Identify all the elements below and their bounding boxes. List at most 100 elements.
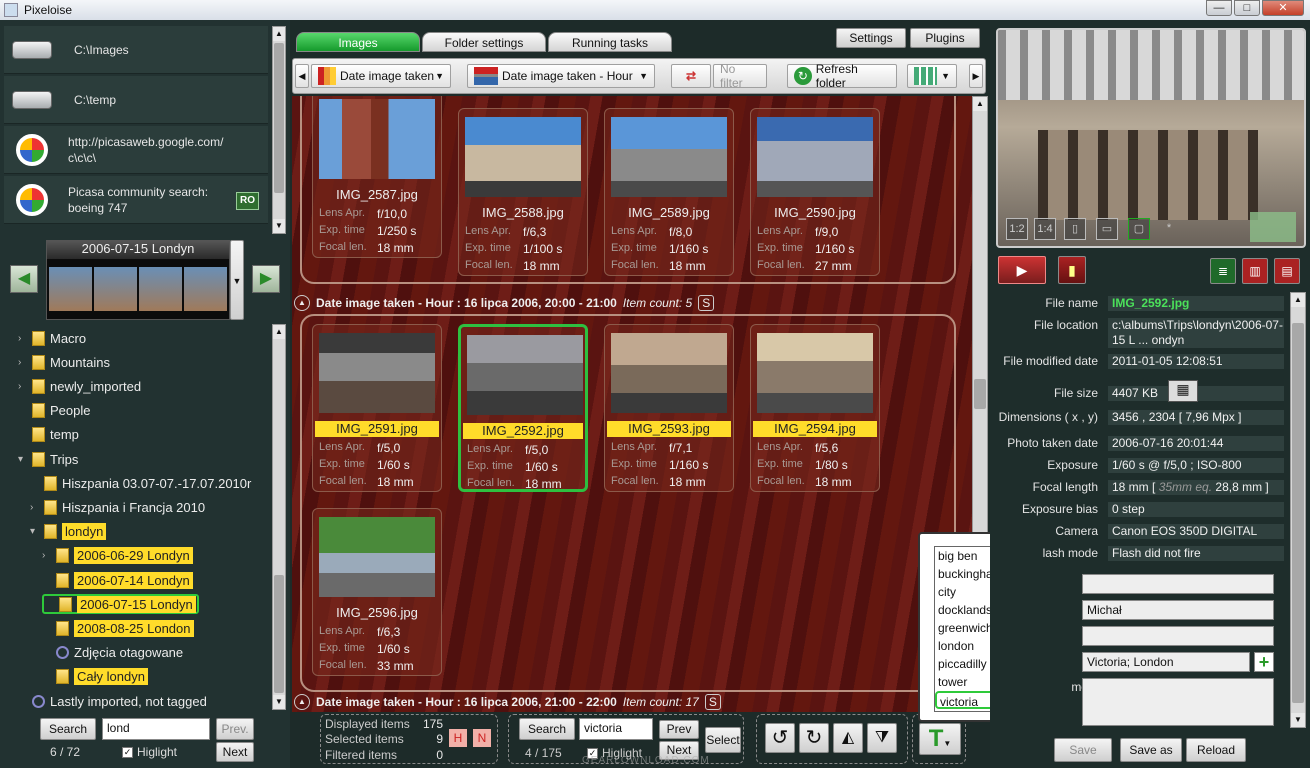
filmstrip-dropdown-icon[interactable]: ▼: [230, 240, 244, 320]
tags-field[interactable]: Victoria; London: [1082, 652, 1250, 672]
thumbnail-image[interactable]: [611, 117, 727, 197]
thumbnail-image[interactable]: [467, 335, 583, 415]
tree-item[interactable]: › newly_imported: [18, 376, 141, 396]
thumbnail-card[interactable]: IMG_2587.jpg Lens Apr. f/10,0 Exp. time 1/25…: [312, 96, 442, 258]
tree-item[interactable]: › Mountains: [18, 352, 110, 372]
tree-item[interactable]: Hiszpania 03.07-07.-17.07.2010r: [30, 473, 251, 493]
comment-field[interactable]: [1082, 678, 1274, 726]
toolbar-scroll-right-icon[interactable]: ▶: [969, 64, 983, 88]
props-scrollbar[interactable]: ▲ ▼: [1290, 292, 1306, 728]
left-prev-button[interactable]: Prev.: [216, 718, 254, 740]
filter-icon[interactable]: ⇄: [671, 64, 711, 88]
zoom-1-2-button[interactable]: 1:2: [1006, 218, 1028, 240]
view-mode-dropdown[interactable]: ▼: [907, 64, 957, 88]
collapse-group-icon[interactable]: ▲: [294, 295, 310, 311]
tab-folder-settings[interactable]: Folder settings: [422, 32, 546, 52]
tree-item[interactable]: temp: [18, 425, 79, 445]
scroll-up-icon[interactable]: ▲: [973, 97, 987, 111]
tree-item[interactable]: › Macro: [18, 328, 86, 348]
select-button[interactable]: Select: [705, 727, 741, 753]
n-toggle[interactable]: N: [473, 729, 491, 747]
group-header[interactable]: ▲ Date image taken - Hour : 16 lipca 2006…: [294, 693, 721, 711]
thumbnail-card[interactable]: IMG_2589.jpg Lens Apr. f/8,0 Exp. time 1/160…: [604, 108, 734, 276]
save-as-button[interactable]: Save as: [1120, 738, 1182, 762]
left-search-input[interactable]: lond: [102, 718, 210, 740]
tree-item[interactable]: › 2006-06-29 Londyn: [42, 546, 193, 566]
folder-filmstrip[interactable]: 2006-07-15 Londyn: [46, 240, 230, 320]
source-item[interactable]: C:\temp: [4, 76, 268, 124]
toolbar-scroll-left-icon[interactable]: ◀: [295, 64, 309, 88]
thumbnail-image[interactable]: [319, 517, 435, 597]
minimize-button[interactable]: —: [1206, 0, 1232, 16]
highlight-checkbox[interactable]: ✓: [122, 747, 133, 759]
refresh-folder-button[interactable]: ↻ Refresh folder: [787, 62, 897, 90]
next-folder-button[interactable]: ▶: [252, 265, 280, 293]
histogram-icon[interactable]: ▮: [1058, 256, 1086, 284]
flip-horizontal-icon[interactable]: ◭: [833, 723, 863, 753]
rotate-left-icon[interactable]: ↺: [765, 723, 795, 753]
thumbnail-card[interactable]: IMG_2594.jpg Lens Apr. f/5,6 Exp. time 1/80 …: [750, 324, 880, 492]
subject-field[interactable]: [1082, 626, 1274, 646]
settings-button[interactable]: Settings: [836, 28, 906, 48]
star-button[interactable]: *: [1158, 218, 1180, 240]
scroll-up-icon[interactable]: ▲: [273, 325, 285, 339]
layout-3-icon[interactable]: ▤: [1274, 258, 1300, 284]
thumbnail-image[interactable]: [319, 99, 435, 179]
split-vertical-icon[interactable]: ▯: [1064, 218, 1086, 240]
tree-item[interactable]: 2008-08-25 London: [42, 618, 194, 638]
image-search-input[interactable]: victoria: [579, 718, 653, 740]
save-button[interactable]: Save: [1054, 738, 1112, 762]
zoom-1-4-button[interactable]: 1:4: [1034, 218, 1056, 240]
add-tag-icon[interactable]: +: [1254, 652, 1274, 672]
thumbnail-card[interactable]: IMG_2590.jpg Lens Apr. f/9,0 Exp. time 1/160…: [750, 108, 880, 276]
filter-button[interactable]: No filter: [713, 62, 767, 90]
tree-item[interactable]: Zdjęcia otagowane: [42, 643, 183, 663]
close-button[interactable]: ✕: [1262, 0, 1304, 16]
image-prev-button[interactable]: Prev: [659, 720, 699, 739]
tree-item[interactable]: ▾ londyn: [30, 522, 107, 542]
scroll-down-icon[interactable]: ▼: [273, 219, 285, 233]
thumbnail-image[interactable]: [611, 333, 727, 413]
expand-icon[interactable]: ›: [42, 550, 56, 561]
scroll-up-icon[interactable]: ▲: [273, 27, 285, 41]
maximize-button[interactable]: □: [1234, 0, 1260, 16]
scroll-down-icon[interactable]: ▼: [1291, 713, 1305, 727]
tree-item[interactable]: People: [18, 401, 90, 421]
tree-item[interactable]: 2006-07-14 Londyn: [42, 570, 193, 590]
scroll-thumb[interactable]: [1292, 323, 1304, 703]
thumbnail-card[interactable]: IMG_2596.jpg Lens Apr. f/6,3 Exp. time 1/60 …: [312, 508, 442, 676]
thumbnail-card[interactable]: IMG_2591.jpg Lens Apr. f/5,0 Exp. time 1/60 …: [312, 324, 442, 492]
group-select-button[interactable]: S: [698, 295, 715, 311]
scroll-thumb[interactable]: [274, 43, 284, 193]
thumbnail-image[interactable]: [757, 117, 873, 197]
source-item[interactable]: C:\Images: [4, 26, 268, 74]
tree-item[interactable]: Cały londyn: [42, 667, 148, 687]
reload-button[interactable]: Reload: [1186, 738, 1246, 762]
left-next-button[interactable]: Next: [216, 742, 254, 762]
tree-item[interactable]: ▾ Trips: [18, 449, 78, 469]
layout-2-icon[interactable]: ▥: [1242, 258, 1268, 284]
prev-folder-button[interactable]: ◀: [10, 265, 38, 293]
source-item[interactable]: Picasa community search: boeing 747 RO: [4, 176, 268, 224]
rotate-right-icon[interactable]: ↻: [799, 723, 829, 753]
tree-item[interactable]: › Hiszpania i Francja 2010: [30, 497, 205, 517]
source-scrollbar[interactable]: ▲ ▼: [272, 26, 286, 234]
tree-item[interactable]: Lastly imported, not tagged: [18, 691, 207, 711]
author-field[interactable]: Michał: [1082, 600, 1274, 620]
plugins-button[interactable]: Plugins: [910, 28, 980, 48]
left-search-button[interactable]: Search: [40, 718, 96, 740]
thumbnail-image[interactable]: [465, 117, 581, 197]
group-header[interactable]: ▲ Date image taken - Hour : 16 lipca 2006…: [294, 294, 715, 312]
collapse-icon[interactable]: ▾: [30, 526, 44, 537]
scroll-thumb[interactable]: [274, 575, 284, 693]
source-item[interactable]: http://picasaweb.google.com/c\c\c\: [4, 126, 268, 174]
expand-icon[interactable]: ›: [18, 357, 32, 368]
sort-primary-dropdown[interactable]: Date image taken ▼: [311, 64, 451, 88]
left-highlight-toggle[interactable]: ✓ Higlight: [122, 745, 177, 759]
tab-images[interactable]: Images: [296, 32, 420, 52]
tree-scrollbar[interactable]: ▲ ▼: [272, 324, 286, 710]
sort-secondary-dropdown[interactable]: Date image taken - Hour ▼: [467, 64, 655, 88]
disk-icon[interactable]: ▦: [1168, 380, 1198, 402]
scroll-up-icon[interactable]: ▲: [1291, 293, 1305, 307]
scroll-down-icon[interactable]: ▼: [273, 695, 285, 709]
